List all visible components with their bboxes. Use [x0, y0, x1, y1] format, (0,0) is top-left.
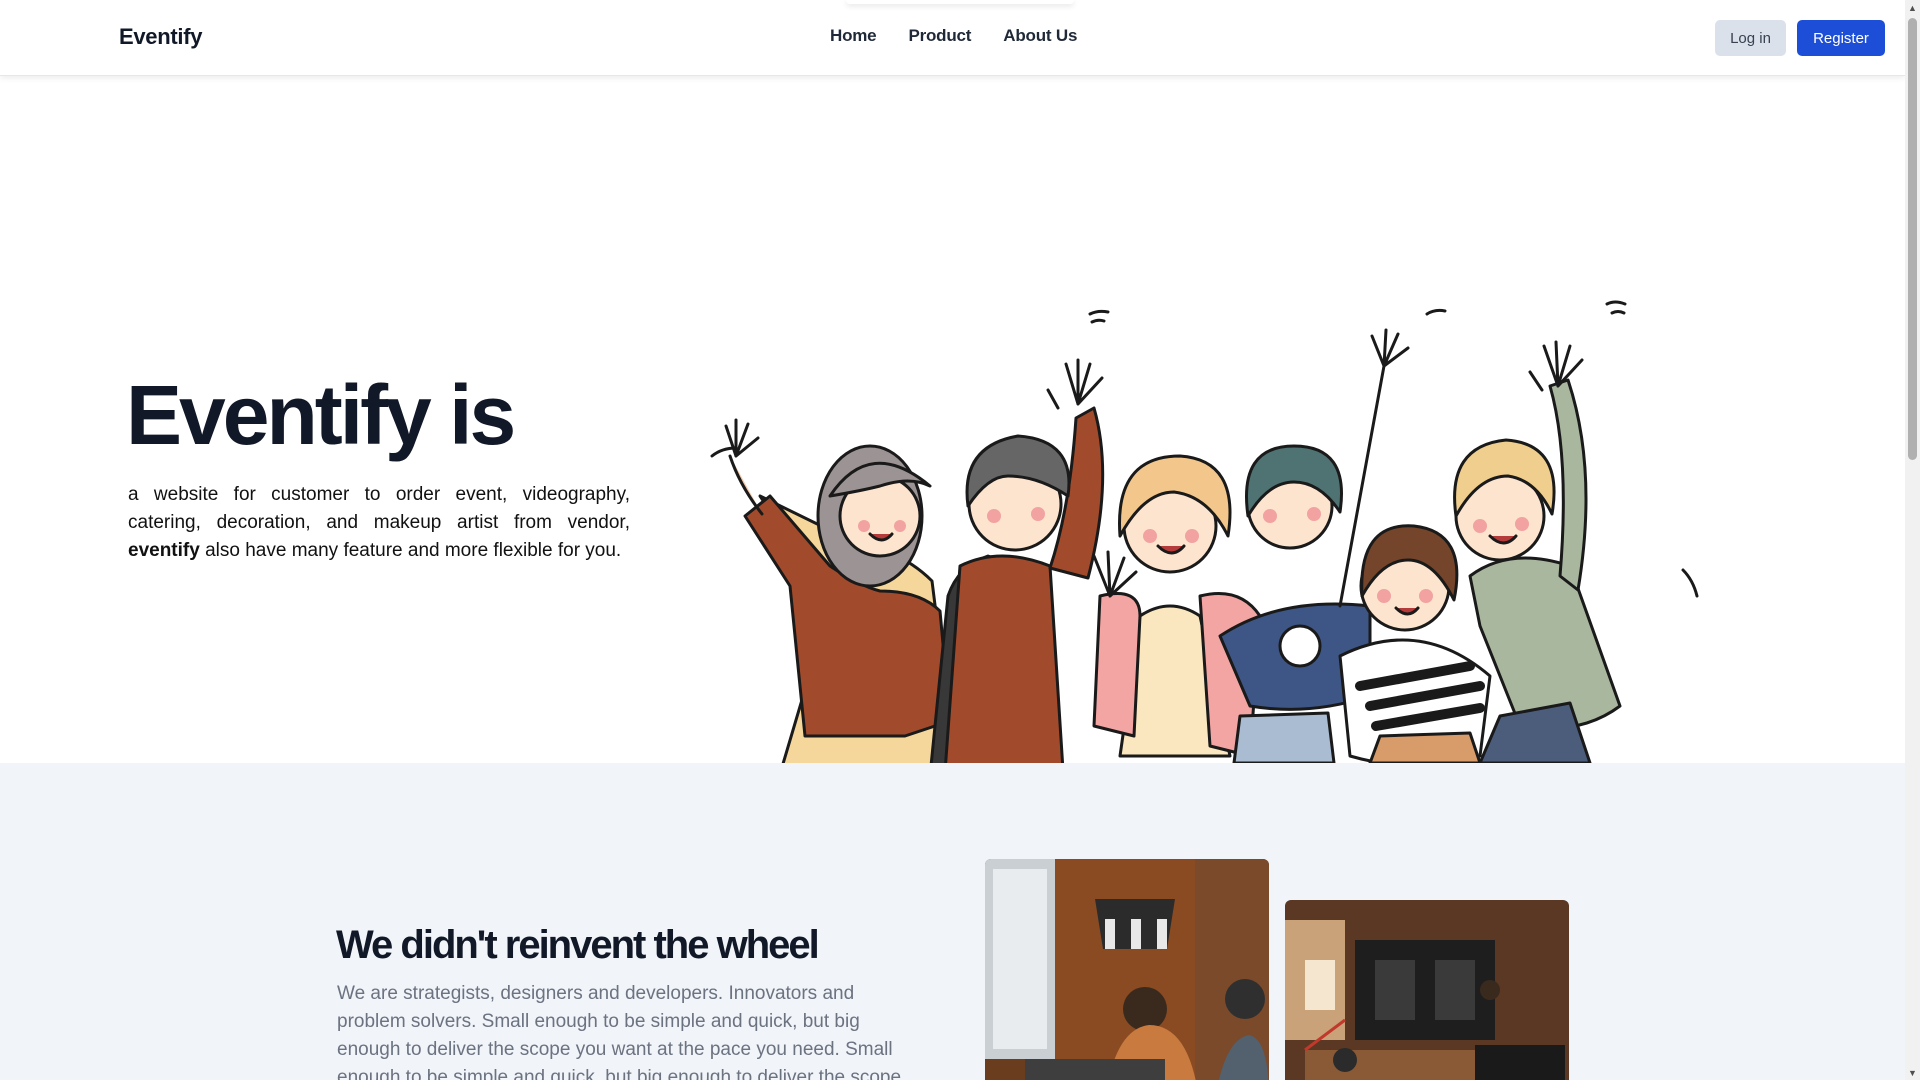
hero-description-bold: eventify [128, 540, 200, 561]
hero-description-tail: also have many feature and more flexible… [199, 540, 622, 561]
about-body: We are strategists, designers and develo… [337, 983, 902, 1080]
triangle-up-icon[interactable]: ▲ [1905, 0, 1920, 15]
hero-illustration [710, 300, 1699, 763]
team-photo-1-image [985, 859, 1269, 1080]
nav-links: Home Product About Us [830, 26, 1077, 46]
nav-link-home[interactable]: Home [830, 26, 877, 46]
nav-link-about-us[interactable]: About Us [1003, 26, 1077, 46]
triangle-down-icon[interactable]: ▼ [1905, 1065, 1920, 1080]
hero-section: Eventify is a website for customer to or… [0, 76, 1905, 763]
vertical-scrollbar[interactable]: ▲ ▼ [1905, 0, 1920, 1080]
team-photo-1 [985, 859, 1269, 1080]
register-button[interactable]: Register [1797, 20, 1885, 56]
nav-link-product[interactable]: Product [908, 26, 971, 46]
scrollbar-thumb[interactable] [1908, 18, 1917, 460]
hero-description-main: a website for customer to order event, v… [128, 484, 630, 533]
team-photo-2 [1285, 900, 1569, 1080]
hero-description: a website for customer to order event, v… [128, 481, 630, 565]
about-section: We didn't reinvent the wheel We are stra… [0, 763, 1905, 1080]
team-photo-2-image [1285, 900, 1569, 1080]
login-button[interactable]: Log in [1715, 20, 1786, 56]
about-title: We didn't reinvent the wheel [336, 923, 820, 967]
navbar-notch [846, 0, 1074, 4]
brand-logo[interactable]: Eventify [119, 24, 202, 50]
navbar: Eventify Home Product About Us Log in Re… [0, 0, 1905, 76]
hero-title: Eventify is [126, 368, 516, 462]
